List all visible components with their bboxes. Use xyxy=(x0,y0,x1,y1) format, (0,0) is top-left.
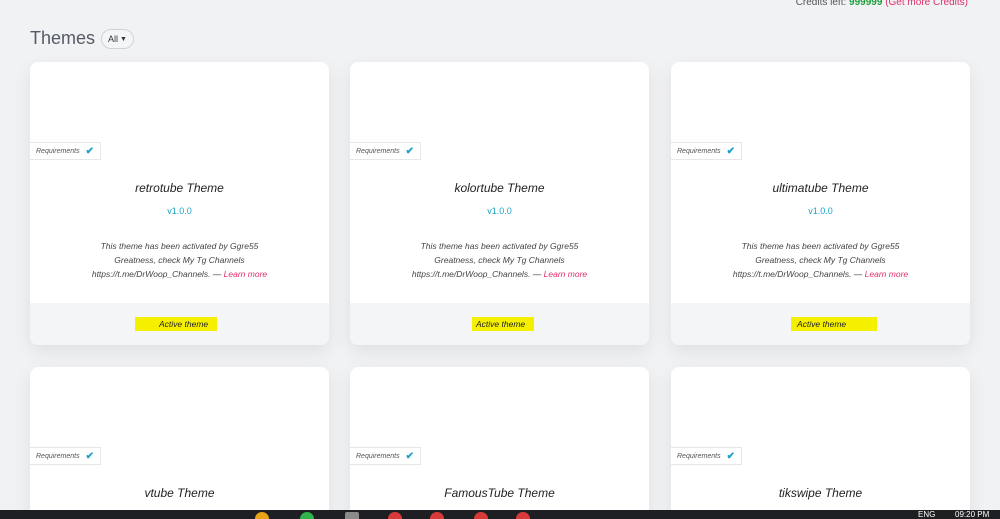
taskbar-clock[interactable]: 09:20 PM xyxy=(955,510,989,519)
taskbar-app-icon[interactable] xyxy=(388,512,402,519)
taskbar-app-icon[interactable] xyxy=(300,512,314,519)
theme-description: This theme has been activated by Ggre55 … xyxy=(400,239,599,281)
check-icon: ✔ xyxy=(405,145,414,157)
requirements-badge[interactable]: Requirements ✔ xyxy=(30,142,101,160)
theme-card: Requirements ✔ ultimatube Theme v1.0.0 T… xyxy=(671,62,970,345)
requirements-label: Requirements xyxy=(36,452,80,460)
os-taskbar: ENG 09:20 PM xyxy=(0,510,1000,519)
requirements-badge[interactable]: Requirements ✔ xyxy=(30,447,101,465)
requirements-badge[interactable]: Requirements ✔ xyxy=(671,142,742,160)
theme-title: tikswipe Theme xyxy=(778,486,863,500)
requirements-badge[interactable]: Requirements ✔ xyxy=(350,142,421,160)
theme-card: Requirements ✔ retrotube Theme v1.0.0 Th… xyxy=(30,62,329,345)
theme-title: ultimatube Theme xyxy=(772,181,869,195)
check-icon: ✔ xyxy=(85,145,94,157)
filter-dropdown[interactable]: All ▼ xyxy=(101,29,134,49)
theme-card: Requirements ✔ kolortube Theme v1.0.0 Th… xyxy=(350,62,649,345)
theme-version: v1.0.0 xyxy=(808,206,833,216)
page-title: Themes xyxy=(30,27,96,48)
theme-version: v1.0.0 xyxy=(167,206,192,216)
theme-title: FamousTube Theme xyxy=(444,486,555,500)
theme-version: v1.0.0 xyxy=(487,206,512,216)
credits-info: Credits left: 999999 (Get more Credits) xyxy=(796,0,968,8)
check-icon: ✔ xyxy=(85,450,94,462)
active-theme-badge: Active theme xyxy=(791,317,877,331)
page-header: Themes All ▼ xyxy=(30,27,134,49)
requirements-badge[interactable]: Requirements ✔ xyxy=(350,447,421,465)
taskbar-app-icon[interactable] xyxy=(345,512,359,519)
active-theme-badge: Active theme xyxy=(135,317,217,331)
learn-more-link[interactable]: Learn more xyxy=(224,269,267,279)
requirements-label: Requirements xyxy=(677,147,721,155)
theme-card: Requirements ✔ tikswipe Theme xyxy=(671,367,970,519)
card-footer: Active theme xyxy=(350,303,649,345)
requirements-label: Requirements xyxy=(356,452,400,460)
requirements-badge[interactable]: Requirements ✔ xyxy=(671,447,742,465)
taskbar-language[interactable]: ENG xyxy=(918,510,935,519)
taskbar-app-icon[interactable] xyxy=(255,512,269,519)
taskbar-app-icon[interactable] xyxy=(430,512,444,519)
learn-more-link[interactable]: Learn more xyxy=(865,269,908,279)
filter-value: All xyxy=(108,34,119,44)
theme-title: vtube Theme xyxy=(144,486,215,500)
requirements-label: Requirements xyxy=(677,452,721,460)
theme-title: retrotube Theme xyxy=(135,181,224,195)
taskbar-app-icon[interactable] xyxy=(474,512,488,519)
theme-card: Requirements ✔ FamousTube Theme xyxy=(350,367,649,519)
caret-down-icon: ▼ xyxy=(120,35,127,43)
active-theme-badge: Active theme xyxy=(472,317,534,331)
credits-value: 999999 xyxy=(849,0,883,8)
check-icon: ✔ xyxy=(405,450,414,462)
theme-card: Requirements ✔ vtube Theme xyxy=(30,367,329,519)
taskbar-app-icon[interactable] xyxy=(516,512,530,519)
card-footer: Active theme xyxy=(30,303,329,345)
credits-label: Credits left: xyxy=(795,0,847,8)
theme-description: This theme has been activated by Ggre55 … xyxy=(721,239,920,281)
get-more-credits-link[interactable]: (Get more Credits) xyxy=(885,0,968,8)
theme-title: kolortube Theme xyxy=(454,181,545,195)
theme-description: This theme has been activated by Ggre55 … xyxy=(80,239,279,281)
card-footer: Active theme xyxy=(671,303,970,345)
check-icon: ✔ xyxy=(726,145,735,157)
check-icon: ✔ xyxy=(726,450,735,462)
requirements-label: Requirements xyxy=(356,147,400,155)
requirements-label: Requirements xyxy=(36,147,80,155)
learn-more-link[interactable]: Learn more xyxy=(544,269,587,279)
